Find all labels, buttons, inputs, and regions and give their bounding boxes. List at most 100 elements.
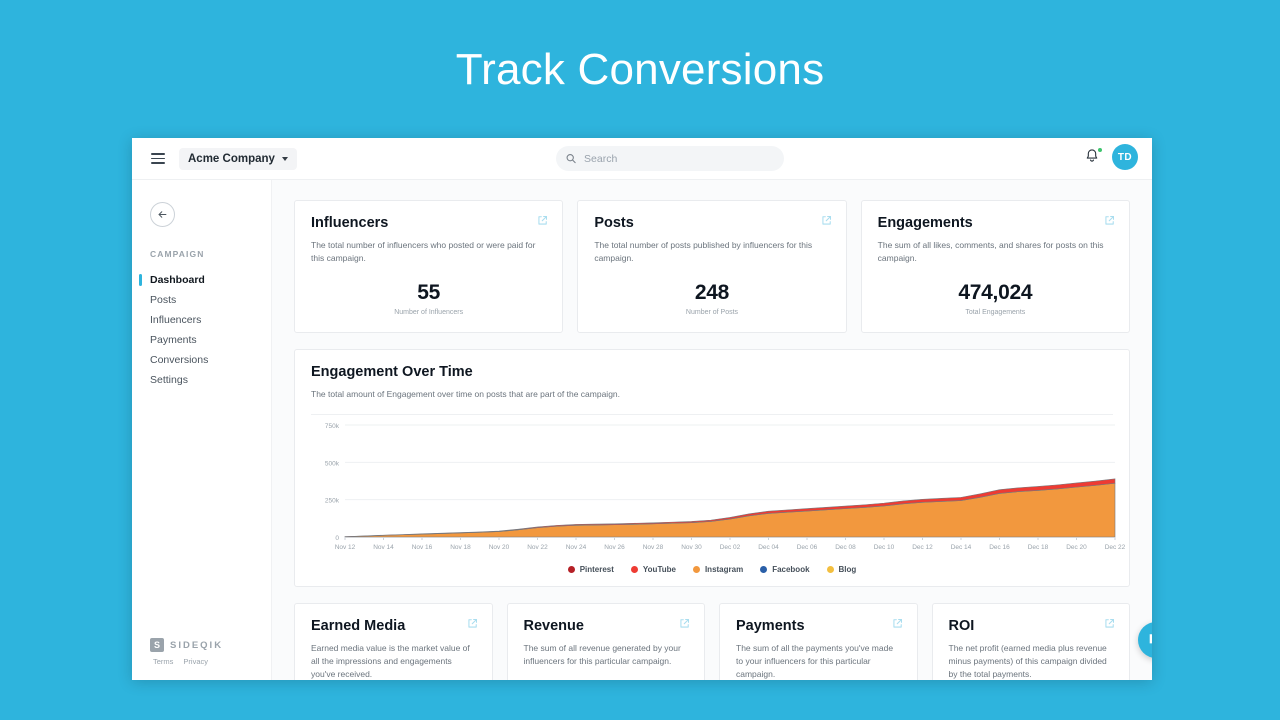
card-title: Engagements: [877, 215, 973, 231]
avatar[interactable]: TD: [1112, 144, 1138, 170]
svg-text:750k: 750k: [325, 423, 340, 430]
arrow-left-icon: [158, 211, 167, 218]
card-title: Revenue: [523, 617, 584, 634]
sidebar-item-label: Settings: [150, 374, 188, 386]
svg-text:Dec 04: Dec 04: [758, 544, 779, 551]
legend-item-facebook[interactable]: Facebook: [760, 564, 810, 574]
sidebar-item-conversions[interactable]: Conversions: [150, 350, 271, 370]
card-title: Payments: [736, 617, 805, 634]
brand-logo: S SIDEQIK: [150, 638, 223, 652]
svg-text:Nov 20: Nov 20: [489, 544, 510, 551]
card-description: The net profit (earned media plus revenu…: [948, 642, 1107, 679]
sidebar-item-posts[interactable]: Posts: [150, 290, 271, 310]
search-box[interactable]: [556, 146, 784, 171]
svg-text:Nov 22: Nov 22: [527, 544, 548, 551]
app-body: CAMPAIGN Dashboard Posts Influencers Pay…: [132, 180, 1152, 680]
legend-label: Instagram: [704, 564, 744, 574]
sidebar-item-payments[interactable]: Payments: [150, 330, 271, 350]
card-description: The total number of posts published by i…: [594, 240, 813, 264]
topbar-actions: TD: [1084, 144, 1138, 170]
sidebar-item-influencers[interactable]: Influencers: [150, 310, 271, 330]
open-external-icon[interactable]: [467, 618, 478, 629]
open-external-icon[interactable]: [821, 215, 832, 226]
svg-text:Dec 02: Dec 02: [720, 544, 741, 551]
engagement-chart[interactable]: 0 250k 500k 750k Nov 12 Nov 14 Nov 16 Nov 18 Nov…: [311, 419, 1126, 559]
sidebar-item-label: Conversions: [150, 354, 209, 366]
svg-text:Dec 10: Dec 10: [874, 544, 895, 551]
card-description: The sum of all revenue generated by your…: [523, 642, 681, 666]
slide-title: Track Conversions: [455, 45, 825, 94]
legend-label: Facebook: [772, 564, 810, 574]
open-external-icon[interactable]: [1104, 618, 1115, 629]
legend-label: YouTube: [642, 564, 676, 574]
sidebar: CAMPAIGN Dashboard Posts Influencers Pay…: [132, 180, 272, 680]
hamburger-icon[interactable]: [151, 150, 165, 167]
search-icon: [566, 154, 576, 164]
card-engagements: Engagements The sum of all likes, commen…: [860, 200, 1130, 334]
open-external-icon[interactable]: [892, 618, 903, 629]
svg-text:Nov 16: Nov 16: [412, 544, 433, 551]
legend-item-blog[interactable]: Blog: [826, 564, 857, 574]
svg-text:0: 0: [335, 535, 339, 542]
card-title: Influencers: [311, 215, 389, 231]
open-external-icon[interactable]: [679, 618, 690, 629]
legend-item-pinterest[interactable]: Pinterest: [567, 564, 614, 574]
legend-color-swatch: [826, 565, 834, 573]
company-name: Acme Company: [188, 152, 275, 165]
legend-item-youtube[interactable]: YouTube: [630, 564, 676, 574]
legal-links: Terms Privacy: [153, 657, 223, 666]
chevron-down-icon: [281, 156, 288, 161]
chart-description: The total amount of Engagement over time…: [311, 389, 621, 400]
sidebar-footer: S SIDEQIK Terms Privacy: [150, 638, 223, 666]
privacy-link[interactable]: Privacy: [183, 657, 208, 666]
card-value: 474,024: [958, 281, 1033, 305]
terms-link[interactable]: Terms: [153, 657, 173, 666]
svg-text:Dec 08: Dec 08: [835, 544, 856, 551]
svg-text:Dec 06: Dec 06: [797, 544, 818, 551]
card-description: The sum of all the payments you've made …: [736, 642, 894, 679]
company-selector[interactable]: Acme Company: [179, 147, 297, 170]
svg-text:Nov 12: Nov 12: [335, 544, 356, 551]
svg-text:250k: 250k: [325, 497, 340, 504]
card-title: Posts: [594, 215, 634, 231]
legend-label: Blog: [838, 564, 857, 574]
notifications-button[interactable]: [1084, 147, 1103, 166]
card-earned-media: Earned Media Earned media value is the m…: [294, 602, 493, 680]
card-revenue: Revenue The sum of all revenue generated…: [506, 602, 705, 680]
main-content: Influencers The total number of influenc…: [272, 180, 1152, 680]
card-roi: ROI The net profit (earned media plus re…: [931, 602, 1130, 680]
card-description: The sum of all likes, comments, and shar…: [877, 240, 1104, 264]
card-title: Earned Media: [311, 617, 406, 634]
svg-text:Dec 18: Dec 18: [1028, 544, 1049, 551]
chart-divider: [311, 413, 1113, 415]
legend-color-swatch: [692, 565, 700, 573]
sidebar-item-label: Payments: [150, 334, 197, 346]
notification-badge-dot: [1097, 147, 1103, 153]
card-payments: Payments The sum of all the payments you…: [719, 602, 918, 680]
svg-text:Nov 28: Nov 28: [643, 544, 664, 551]
legend-color-swatch: [760, 565, 768, 573]
sidebar-item-label: Posts: [150, 294, 177, 306]
card-posts: Posts The total number of posts publishe…: [577, 200, 847, 334]
open-external-icon[interactable]: [1104, 215, 1115, 226]
legend-label: Pinterest: [579, 564, 614, 574]
sidebar-item-settings[interactable]: Settings: [150, 370, 271, 390]
legend-color-swatch: [567, 565, 575, 573]
sidebar-item-label: Influencers: [150, 314, 202, 326]
svg-text:Nov 26: Nov 26: [604, 544, 625, 551]
card-sub-label: Number of Posts: [685, 309, 739, 317]
chart-legend: Pinterest YouTube Instagram Facebook Blog: [311, 565, 1113, 576]
sidebar-item-dashboard[interactable]: Dashboard: [139, 270, 271, 290]
search-input[interactable]: [584, 152, 774, 165]
svg-text:Dec 20: Dec 20: [1066, 544, 1087, 551]
svg-text:Nov 30: Nov 30: [681, 544, 702, 551]
card-value: 248: [694, 281, 730, 305]
open-external-icon[interactable]: [537, 215, 548, 226]
card-description: The total number of influencers who post…: [311, 240, 536, 264]
card-description: Earned media value is the market value o…: [311, 642, 470, 679]
sideqik-logo-icon: S: [150, 638, 164, 652]
legend-item-instagram[interactable]: Instagram: [692, 564, 744, 574]
app-topbar: Acme Company TD: [132, 138, 1152, 180]
back-button[interactable]: [150, 202, 175, 227]
svg-text:Nov 18: Nov 18: [450, 544, 471, 551]
